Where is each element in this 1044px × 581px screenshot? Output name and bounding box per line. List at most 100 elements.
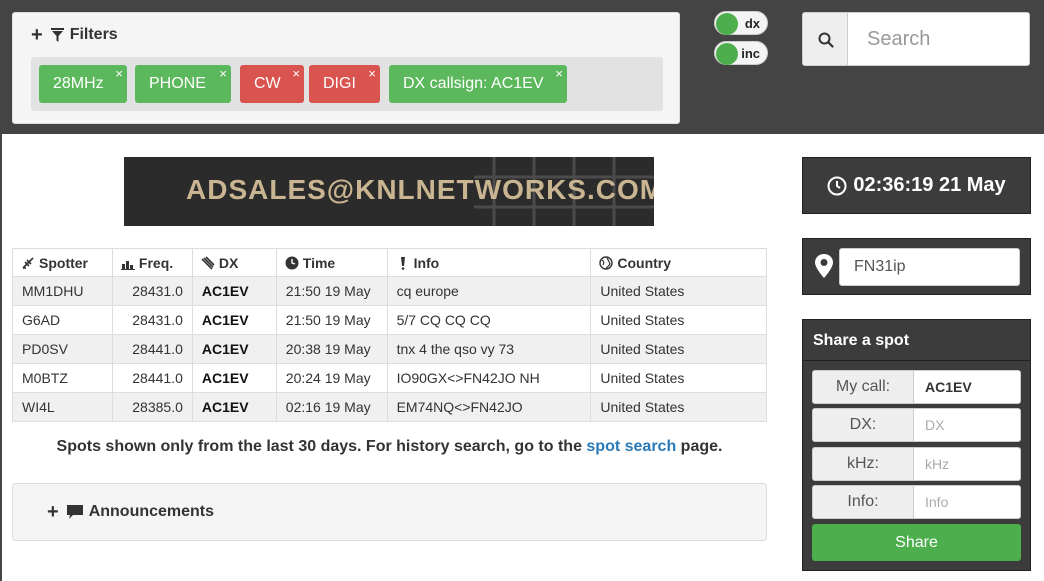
share-spot-panel: Share a spot My call: DX: kHz: Info: Sha… [802,319,1031,571]
dx-cell[interactable]: AC1EV [191,363,277,393]
filter-tag-phone[interactable]: PHONE × [135,65,231,103]
filters-panel: + Filters 28MHz × PHONE × CW × DIGI × DX… [12,12,680,124]
expand-plus-icon[interactable]: + [47,502,59,522]
locator-input[interactable] [839,248,1020,286]
table-row[interactable]: G6AD 28431.0 AC1EV 21:50 19 May 5/7 CQ C… [12,305,767,335]
toggle-dx-label: dx [744,16,760,31]
filter-tag-digi[interactable]: DIGI × [309,65,380,103]
expand-plus-icon[interactable]: + [31,25,43,45]
table-row[interactable]: WI4L 28385.0 AC1EV 02:16 19 May EM74NQ<>… [12,392,767,422]
ad-text: ADSALES@KNLNETWORKS.COM [186,174,654,205]
search-box [802,12,1030,66]
filter-tag-label: 28MHz [53,75,104,92]
filter-tag-label: DX callsign: AC1EV [403,75,544,92]
remove-tag-icon[interactable]: × [555,55,563,93]
dx-cell[interactable]: AC1EV [191,392,277,422]
remove-tag-icon[interactable]: × [292,55,300,93]
search-input[interactable] [849,13,1029,65]
spotter-cell[interactable]: G6AD [12,305,113,335]
announcements-title: Announcements [88,503,215,520]
share-button[interactable]: Share [812,524,1021,561]
khz-input[interactable] [915,448,1020,480]
column-header-time[interactable]: Time [275,248,388,277]
dx-cell[interactable]: AC1EV [191,334,277,364]
column-header-country[interactable]: Country [590,248,767,277]
freq-cell: 28441.0 [111,363,193,393]
filter-tag-cw[interactable]: CW × [240,65,304,103]
mycall-row: My call: [812,370,1021,404]
utc-clock: 02:36:19 21 May [802,157,1031,214]
table-row[interactable]: PD0SV 28441.0 AC1EV 20:38 19 May tnx 4 t… [12,334,767,364]
info-input[interactable] [915,486,1020,518]
mycall-label: My call: [813,371,914,403]
filter-tag-label: DIGI [323,75,356,92]
time-cell: 21:50 19 May [275,276,388,306]
filters-header[interactable]: + Filters [31,25,118,45]
filter-tag-28mhz[interactable]: 28MHz × [39,65,127,103]
satellite-dish-icon [201,255,215,270]
antenna-icon [22,256,34,269]
clock-icon [827,176,847,195]
map-pin-icon [815,254,833,278]
search-button[interactable] [803,13,848,65]
column-header-spotter[interactable]: Spotter [12,248,113,277]
time-cell: 02:16 19 May [275,392,388,422]
info-cell: IO90GX<>FN42JO NH [386,363,592,393]
filter-tag-label: PHONE [149,75,206,92]
search-icon [818,32,834,48]
share-spot-title: Share a spot [813,332,910,349]
dx-row: DX: [812,408,1021,442]
table-row[interactable]: MM1DHU 28431.0 AC1EV 21:50 19 May cq eur… [12,276,767,306]
country-cell: United States [590,363,767,393]
country-cell: United States [590,276,767,306]
country-cell: United States [590,305,767,335]
globe-icon [599,255,614,270]
remove-tag-icon[interactable]: × [219,55,227,93]
exclamation-icon [400,256,405,270]
filter-tags-container: 28MHz × PHONE × CW × DIGI × DX callsign:… [31,57,663,111]
info-cell: EM74NQ<>FN42JO [386,392,592,422]
table-row[interactable]: M0BTZ 28441.0 AC1EV 20:24 19 May IO90GX<… [12,363,767,393]
remove-tag-icon[interactable]: × [368,55,376,93]
country-cell: United States [590,334,767,364]
ad-banner[interactable]: ADSALES@KNLNETWORKS.COM [124,157,654,226]
mycall-input[interactable] [915,371,1020,403]
dx-input[interactable] [915,409,1020,441]
dx-cell[interactable]: AC1EV [191,305,277,335]
dx-label: DX: [813,409,914,441]
column-header-dx[interactable]: DX [191,248,277,277]
column-header-freq[interactable]: Freq. [111,248,193,277]
notice-text-before: Spots shown only from the last 30 days. … [56,438,587,455]
spot-search-link[interactable]: spot search [586,438,676,455]
spotter-cell[interactable]: MM1DHU [12,276,113,306]
freq-cell: 28385.0 [111,392,193,422]
filter-funnel-icon [50,28,64,42]
freq-cell: 28441.0 [111,334,193,364]
info-cell: tnx 4 the qso vy 73 [386,334,592,364]
announcements-panel: + Announcements [12,483,767,541]
freq-cell: 28431.0 [111,305,193,335]
dx-cell[interactable]: AC1EV [191,276,277,306]
signal-bars-icon [120,260,135,270]
toggle-dx[interactable]: dx [714,11,768,35]
announcements-header[interactable]: + Announcements [47,502,214,522]
spotter-cell[interactable]: WI4L [12,392,113,422]
toggle-knob [716,43,738,65]
filter-tag-dx-callsign[interactable]: DX callsign: AC1EV × [389,65,567,103]
time-cell: 21:50 19 May [275,305,388,335]
freq-cell: 28431.0 [111,276,193,306]
info-label: Info: [813,486,914,518]
info-cell: cq europe [386,276,592,306]
remove-tag-icon[interactable]: × [115,55,123,93]
toggle-inc[interactable]: inc [714,41,768,65]
country-cell: United States [590,392,767,422]
time-cell: 20:24 19 May [275,363,388,393]
locator-panel [802,238,1031,295]
spotter-cell[interactable]: PD0SV [12,334,113,364]
column-header-info[interactable]: Info [386,248,592,277]
history-notice: Spots shown only from the last 30 days. … [12,438,767,456]
filter-tag-label: CW [254,75,281,92]
khz-label: kHz: [813,448,914,480]
khz-row: kHz: [812,447,1021,481]
spotter-cell[interactable]: M0BTZ [12,363,113,393]
